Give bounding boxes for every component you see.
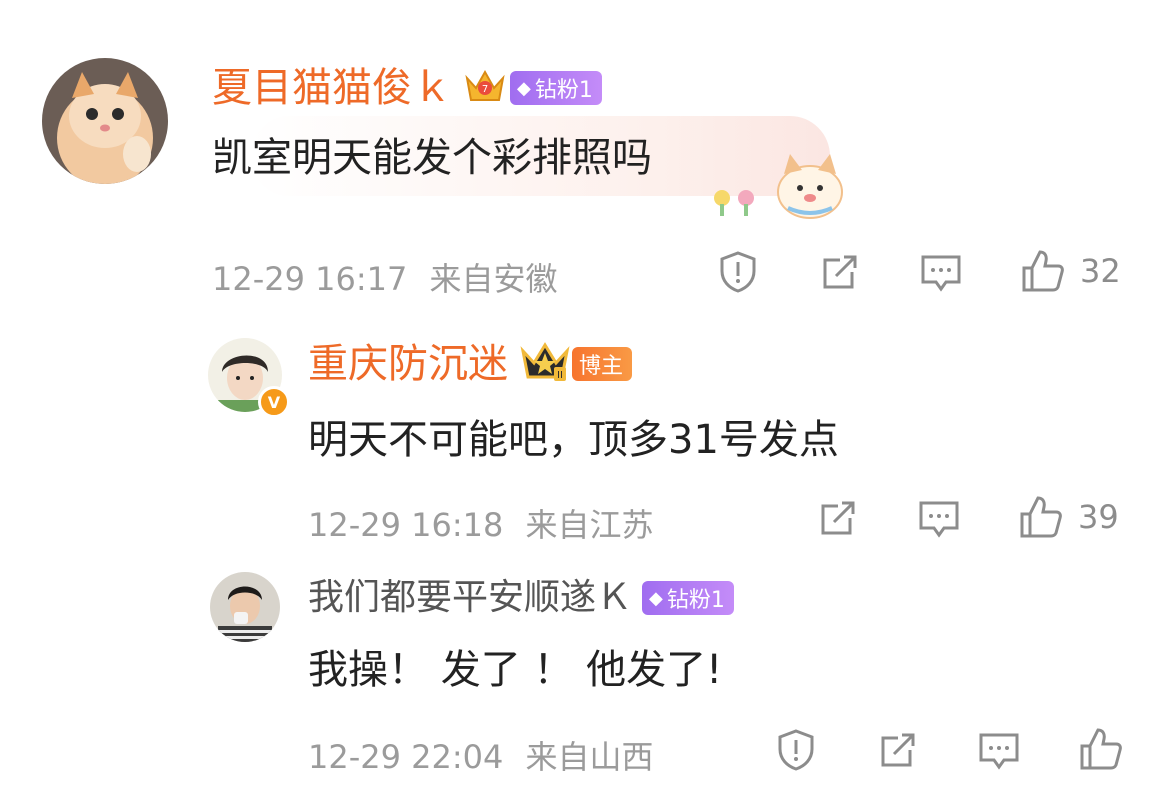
username[interactable]: 夏目猫猫俊ｋ (212, 64, 452, 112)
username[interactable]: 我们都要平安顺遂Ｋ (308, 574, 632, 622)
thumbs-up-icon (1022, 250, 1064, 292)
comment-reply-item: 我们都要平安顺遂Ｋ ◆ 钻粉1 我操！ 发了 ！ 他发了! 12-29 22:0… (0, 550, 1170, 804)
comment-location: 来自安徽 (429, 260, 558, 298)
comment-date: 12-29 16:17 (212, 260, 408, 298)
comment-text: 我操！ 发了 ！ 他发了! (308, 647, 723, 693)
username[interactable]: 重庆防沉迷 (308, 340, 508, 388)
comment-text: 凯室明天能发个彩排照吗 (212, 135, 652, 181)
share-button[interactable] (818, 250, 862, 294)
badge-label: 钻粉1 (534, 78, 593, 103)
thumbs-up-icon (1020, 496, 1062, 538)
crown-icon: II (520, 341, 570, 387)
comment-icon (921, 255, 961, 292)
like-count: 39 (1078, 498, 1119, 536)
comment-date: 12-29 22:04 (308, 738, 504, 776)
svg-text:II: II (557, 370, 563, 381)
comment-text: 明天不可能吧，顶多31号发点 (308, 417, 839, 463)
comment-location: 来自江苏 (525, 506, 654, 544)
share-icon (821, 501, 855, 535)
avatar[interactable] (42, 58, 168, 184)
cat-avatar-image (42, 58, 168, 184)
report-button[interactable] (716, 250, 760, 294)
comment-icon (919, 501, 959, 538)
avatar[interactable] (210, 572, 280, 642)
share-icon (881, 733, 915, 767)
diamond-icon: ◆ (649, 587, 663, 609)
warning-shield-icon (720, 251, 756, 293)
share-button[interactable] (876, 728, 920, 772)
verified-icon: V (258, 386, 290, 418)
comment-button[interactable] (918, 250, 964, 294)
user-avatar-image (210, 572, 280, 642)
comment-button[interactable] (916, 496, 962, 540)
comment-reply-item: V 重庆防沉迷 II 博主 明天不可能吧，顶多31号发点 12-29 16:18… (0, 300, 1170, 550)
crown-icon: 7 (464, 66, 506, 110)
svg-text:7: 7 (482, 84, 488, 95)
like-button[interactable]: 32 (1020, 248, 1121, 294)
like-count: 32 (1080, 252, 1121, 290)
report-button[interactable] (774, 728, 818, 772)
like-button[interactable] (1078, 726, 1124, 772)
badge-label: 博主 (579, 354, 624, 379)
blogger-badge[interactable]: 博主 (572, 347, 633, 381)
comment-item: 夏目猫猫俊ｋ 7 ◆ 钻粉1 凯室明天能发个彩排照吗 12-29 16:17 来… (0, 0, 1170, 300)
comment-date: 12-29 16:18 (308, 506, 504, 544)
fan-badge[interactable]: ◆ 钻粉1 (510, 71, 602, 105)
comment-location: 来自山西 (525, 738, 654, 776)
thumbs-up-icon (1080, 728, 1122, 770)
share-icon (823, 255, 857, 289)
diamond-icon: ◆ (517, 77, 531, 99)
warning-shield-icon (778, 729, 814, 771)
share-button[interactable] (816, 496, 860, 540)
like-button[interactable]: 39 (1018, 494, 1119, 540)
comment-icon (979, 733, 1019, 770)
badge-label: 钻粉1 (666, 588, 725, 613)
comment-button[interactable] (976, 728, 1022, 772)
cat-sticker-icon (708, 146, 848, 224)
fan-badge[interactable]: ◆ 钻粉1 (642, 581, 734, 615)
